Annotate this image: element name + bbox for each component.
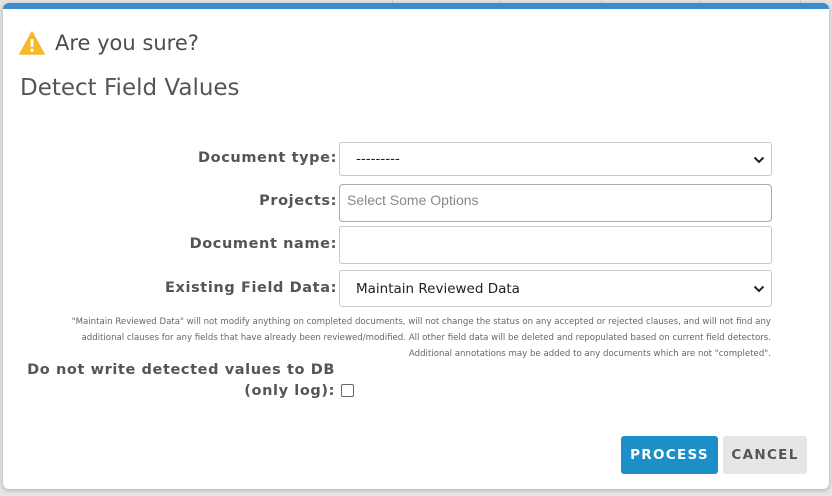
existing-field-data-label: Existing Field Data: xyxy=(165,280,337,296)
warning-icon xyxy=(19,31,45,55)
no-write-label-line: Do not write detected values to DB xyxy=(27,362,335,378)
help-text-line: additional clauses for any fields that h… xyxy=(81,333,771,343)
chevron-down-icon xyxy=(753,285,765,293)
cancel-button[interactable]: CANCEL xyxy=(723,436,807,474)
process-button[interactable]: PROCESS xyxy=(621,436,718,474)
existing-field-data-value: Maintain Reviewed Data xyxy=(356,281,520,297)
no-write-label-line: (only log): xyxy=(244,383,335,399)
document-type-value: --------- xyxy=(356,151,400,167)
dialog-top-bar xyxy=(3,3,829,9)
dialog-title: Are you sure? xyxy=(55,31,199,55)
dialog-header: Are you sure? xyxy=(19,29,199,57)
no-write-label: Do not write detected values to DB (only… xyxy=(27,360,335,402)
dialog-subtitle: Detect Field Values xyxy=(20,75,240,101)
no-write-checkbox[interactable] xyxy=(341,384,354,397)
projects-placeholder: Select Some Options xyxy=(347,192,479,208)
projects-label: Projects: xyxy=(259,193,337,209)
document-type-label: Document type: xyxy=(198,150,337,166)
existing-field-data-help: "Maintain Reviewed Data" will not modify… xyxy=(27,314,771,362)
confirm-dialog: Are you sure? Detect Field Values Docume… xyxy=(3,3,829,489)
document-type-select[interactable]: --------- xyxy=(339,142,772,176)
document-name-input[interactable] xyxy=(339,226,772,264)
existing-field-data-select[interactable]: Maintain Reviewed Data xyxy=(339,270,772,307)
chevron-down-icon xyxy=(753,156,765,164)
help-text-line: "Maintain Reviewed Data" will not modify… xyxy=(71,317,771,327)
projects-multiselect[interactable]: Select Some Options xyxy=(339,184,772,222)
document-name-label: Document name: xyxy=(189,236,337,252)
